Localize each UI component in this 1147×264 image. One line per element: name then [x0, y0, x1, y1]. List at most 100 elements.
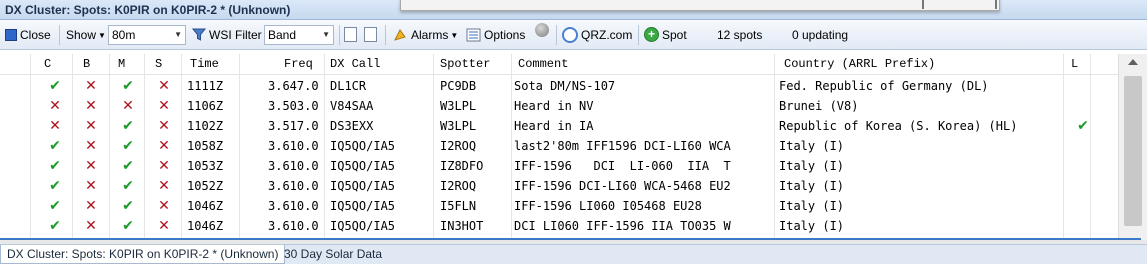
- cross-icon: ✕: [158, 78, 170, 94]
- cell-spotter: I5FLN: [440, 199, 477, 213]
- cell-comment: Heard in NV: [514, 99, 594, 113]
- table-row[interactable]: ✔ ✕ ✔ ✕ 1046Z 3.610.0 IQ5QO/IA5 I5FLN IFF-1596 L…: [0, 196, 1118, 216]
- check-icon: ✔: [122, 178, 134, 194]
- chevron-down-icon: ▼: [450, 31, 459, 40]
- cell-dxcall: V84SAA: [330, 99, 374, 113]
- cell-dxcall: IQ5QO/IA5: [330, 219, 396, 233]
- column-header-spotter[interactable]: Spotter: [440, 54, 490, 75]
- check-icon: ✔: [49, 138, 61, 154]
- cell-spotter: W3LPL: [440, 99, 477, 113]
- column-header-c[interactable]: C: [44, 54, 51, 75]
- tab-dx-cluster[interactable]: DX Cluster: Spots: K0PIR on K0PIR-2 * (U…: [0, 245, 286, 264]
- column-header-s[interactable]: S: [155, 54, 162, 75]
- table-row[interactable]: ✔ ✕ ✔ ✕ 1052Z 3.610.0 IQ5QO/IA5 I2ROQ IFF-1596 D…: [0, 176, 1118, 196]
- alarms-label: Alarms: [411, 28, 449, 42]
- cross-icon: ✕: [158, 218, 170, 234]
- show-label: Show: [66, 28, 97, 42]
- column-header-freq[interactable]: Freq: [284, 54, 313, 75]
- check-icon: ✔: [122, 138, 134, 154]
- show-dropdown-button[interactable]: Show ▼: [66, 25, 106, 45]
- cross-icon: ✕: [158, 118, 170, 134]
- vertical-scrollbar[interactable]: [1118, 54, 1147, 240]
- cell-dxcall: IQ5QO/IA5: [330, 139, 396, 153]
- alarms-dropdown-button[interactable]: Alarms ▼: [392, 25, 458, 45]
- band-select[interactable]: 80m ▼: [108, 25, 186, 45]
- cell-freq: 3.610.0: [268, 219, 319, 233]
- chevron-down-icon: ▼: [98, 31, 106, 40]
- tab-solar-data[interactable]: 30 Day Solar Data: [278, 245, 388, 264]
- header-divider: [0, 74, 1118, 75]
- cell-time: 1053Z: [187, 159, 224, 173]
- cross-icon: ✕: [49, 118, 61, 134]
- cell-country: Brunei (V8): [779, 99, 859, 113]
- print-preview-icon[interactable]: [364, 27, 377, 42]
- qrz-label: QRZ.com: [581, 28, 633, 42]
- chevron-down-icon: ▼: [322, 30, 330, 39]
- options-button[interactable]: Options: [466, 25, 525, 45]
- status-indicator-icon: [535, 23, 549, 37]
- column-header-l[interactable]: L: [1071, 54, 1078, 75]
- cell-spotter: W3LPL: [440, 119, 477, 133]
- check-icon: ✔: [49, 198, 61, 214]
- cell-dxcall: DL1CR: [330, 79, 367, 93]
- spot-button[interactable]: + Spot: [644, 25, 687, 45]
- cross-icon: ✕: [85, 218, 97, 234]
- cross-icon: ✕: [85, 78, 97, 94]
- cross-icon: ✕: [85, 198, 97, 214]
- check-icon: ✔: [122, 158, 134, 174]
- qrz-button[interactable]: QRZ.com: [562, 25, 632, 45]
- column-header-m[interactable]: M: [118, 54, 125, 75]
- cross-icon: ✕: [85, 138, 97, 154]
- cell-country: Italy (I): [779, 139, 845, 153]
- table-row[interactable]: ✔ ✕ ✔ ✕ 1053Z 3.610.0 IQ5QO/IA5 IZ8DFO IFF-1596 …: [0, 156, 1118, 176]
- copy-icon[interactable]: [344, 27, 357, 42]
- cell-country: Italy (I): [779, 159, 845, 173]
- cell-comment: DCI LI060 IFF-1596 IIA TO035 W: [514, 219, 731, 233]
- check-icon: ✔: [49, 78, 61, 94]
- column-header-country[interactable]: Country (ARRL Prefix): [784, 54, 935, 75]
- cell-comment: IFF-1596 LI060 I05468 EU28: [514, 199, 702, 213]
- cross-icon: ✕: [85, 158, 97, 174]
- cell-freq: 3.647.0: [268, 79, 319, 93]
- cell-country: Italy (I): [779, 179, 845, 193]
- column-header-dxcall[interactable]: DX Call: [330, 54, 380, 75]
- updating-count: 0 updating: [792, 28, 849, 42]
- check-icon: ✔: [122, 218, 134, 234]
- cell-comment: Sota DM/NS-107: [514, 79, 616, 93]
- cell-freq: 3.610.0: [268, 139, 319, 153]
- table-row[interactable]: ✔ ✕ ✔ ✕ 1058Z 3.610.0 IQ5QO/IA5 I2ROQ last2'80m …: [0, 136, 1118, 156]
- cell-country: Italy (I): [779, 199, 845, 213]
- cross-icon: ✕: [158, 138, 170, 154]
- cross-icon: ✕: [122, 98, 134, 114]
- table-row[interactable]: ✕ ✕ ✔ ✕ 1102Z 3.517.0 DS3EXX W3LPL Heard in IA Re…: [0, 116, 1118, 136]
- cell-time: 1102Z: [187, 119, 224, 133]
- column-header-comment[interactable]: Comment: [518, 54, 568, 75]
- chevron-down-icon: ▼: [174, 30, 182, 39]
- spots-count: 12 spots: [717, 28, 763, 42]
- column-header-time[interactable]: Time: [190, 54, 219, 75]
- cross-icon: ✕: [158, 178, 170, 194]
- cell-time: 1046Z: [187, 199, 224, 213]
- toolbar-separator: [59, 25, 60, 45]
- toolbar-separator: [385, 25, 386, 45]
- wsi-filter-button[interactable]: WSI Filter: [192, 25, 262, 45]
- column-header-b[interactable]: B: [83, 54, 90, 75]
- filter-select[interactable]: Band ▼: [264, 25, 334, 45]
- table-row[interactable]: ✔ ✕ ✔ ✕ 1046Z 3.610.0 IQ5QO/IA5 IN3HOT DCI LI060…: [0, 216, 1118, 236]
- cell-spotter: IN3HOT: [440, 219, 484, 233]
- filter-value: Band: [268, 28, 297, 42]
- cell-spotter: IZ8DFO: [440, 159, 484, 173]
- cell-comment: Heard in IA: [514, 119, 594, 133]
- check-icon: ✔: [122, 118, 134, 134]
- background-window-edge: [400, 0, 1000, 11]
- table-row[interactable]: ✔ ✕ ✔ ✕ 1111Z 3.647.0 DL1CR PC9DB Sota DM/NS-107…: [0, 76, 1118, 96]
- scrollbar-thumb[interactable]: [1124, 76, 1142, 226]
- cross-icon: ✕: [85, 118, 97, 134]
- table-row[interactable]: ✕ ✕ ✕ ✕ 1106Z 3.503.0 V84SAA W3LPL Heard in NV Br…: [0, 96, 1118, 116]
- cell-comment: last2'80m IFF1596 DCI-LI60 WCA: [514, 139, 731, 153]
- scroll-up-icon[interactable]: [1128, 59, 1138, 65]
- cross-icon: ✕: [158, 198, 170, 214]
- close-button[interactable]: Close: [5, 25, 51, 45]
- cell-dxcall: DS3EXX: [330, 119, 374, 133]
- cell-spotter: I2ROQ: [440, 179, 477, 193]
